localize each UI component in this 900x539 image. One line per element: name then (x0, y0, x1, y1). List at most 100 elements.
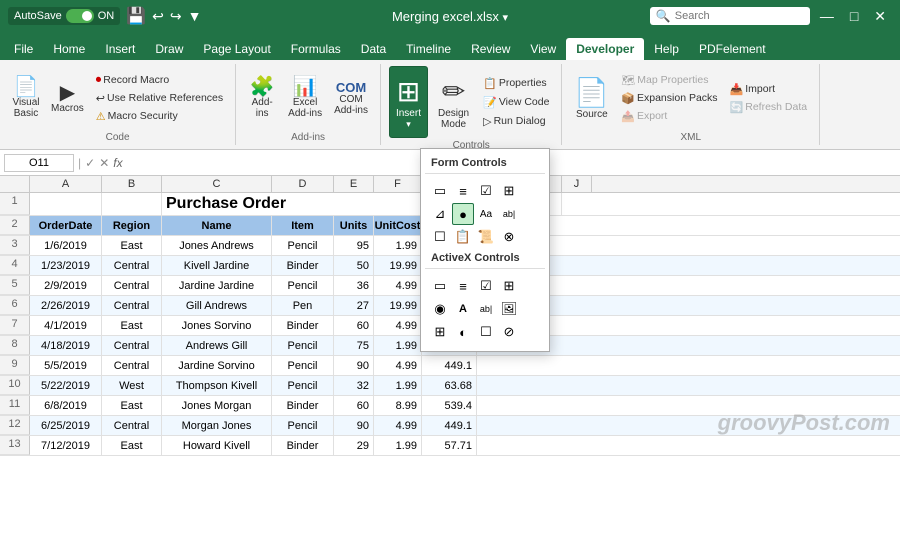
refresh-data-button[interactable]: 🔄 Refresh Data (726, 99, 812, 116)
cell-item-11[interactable]: Binder (272, 396, 334, 415)
col-a[interactable]: A (30, 176, 102, 192)
cell-total-13[interactable]: 57.71 (422, 436, 477, 455)
macros-button[interactable]: ▶ Macros (47, 80, 88, 117)
cell-name-10[interactable]: Thompson Kivell (162, 376, 272, 395)
activex-icon-5[interactable]: ◉ (429, 298, 451, 320)
cell-name-9[interactable]: Jardine Sorvino (162, 356, 272, 375)
cell-item-6[interactable]: Pen (272, 296, 334, 315)
form-icon-9[interactable]: ☐ (429, 226, 451, 248)
cell-unitcost-8[interactable]: 1.99 (374, 336, 422, 355)
cell-region-9[interactable]: Central (102, 356, 162, 375)
cell-units-10[interactable]: 32 (334, 376, 374, 395)
tab-home[interactable]: Home (43, 38, 95, 60)
cell-unitcost-11[interactable]: 8.99 (374, 396, 422, 415)
cell-total-12[interactable]: 449.1 (422, 416, 477, 435)
cell-date-13[interactable]: 7/12/2019 (30, 436, 102, 455)
tab-developer[interactable]: Developer (566, 38, 644, 60)
cell-units-12[interactable]: 90 (334, 416, 374, 435)
more-icon[interactable]: ▼ (188, 8, 202, 24)
cell-a1[interactable] (30, 193, 102, 215)
map-properties-button[interactable]: 🗺 Map Properties (617, 72, 721, 89)
tab-view[interactable]: View (520, 38, 566, 60)
cell-item-5[interactable]: Pencil (272, 276, 334, 295)
cell-b1[interactable] (102, 193, 162, 215)
cell-date-12[interactable]: 6/25/2019 (30, 416, 102, 435)
export-button[interactable]: 📤 Export (617, 108, 721, 125)
cell-unitcost-13[interactable]: 1.99 (374, 436, 422, 455)
cell-units-3[interactable]: 95 (334, 236, 374, 255)
cell-date-9[interactable]: 5/5/2019 (30, 356, 102, 375)
cell-date-3[interactable]: 1/6/2019 (30, 236, 102, 255)
form-icon-7[interactable]: Aa (475, 203, 497, 225)
cell-units-5[interactable]: 36 (334, 276, 374, 295)
header-orderdate[interactable]: OrderDate (30, 216, 102, 235)
com-add-ins-button[interactable]: COM COM Add-ins (330, 78, 372, 119)
col-f[interactable]: F (374, 176, 422, 192)
cell-unitcost-12[interactable]: 4.99 (374, 416, 422, 435)
expansion-packs-button[interactable]: 📦 Expansion Packs (617, 90, 721, 107)
form-icon-11[interactable]: 📜 (475, 226, 497, 248)
excel-add-ins-button[interactable]: 📊 Excel Add-ins (284, 74, 326, 122)
tab-draw[interactable]: Draw (145, 38, 193, 60)
autosave-toggle[interactable]: AutoSave ON (8, 7, 120, 25)
cell-region-3[interactable]: East (102, 236, 162, 255)
properties-button[interactable]: 📋 Properties (479, 75, 553, 92)
col-c[interactable]: C (162, 176, 272, 192)
activex-icon-4[interactable]: ⊞ (498, 275, 520, 297)
form-icon-8[interactable]: ab| (498, 203, 520, 225)
cell-name-5[interactable]: Jardine Jardine (162, 276, 272, 295)
cell-region-8[interactable]: Central (102, 336, 162, 355)
form-icon-3[interactable]: ☑ (475, 180, 497, 202)
cell-unitcost-5[interactable]: 4.99 (374, 276, 422, 295)
cell-ref-input[interactable] (4, 154, 74, 172)
minimize-button[interactable]: — (814, 8, 840, 24)
tab-insert[interactable]: Insert (95, 38, 145, 60)
form-icon-1[interactable]: ▭ (429, 180, 451, 202)
cell-name-12[interactable]: Morgan Jones (162, 416, 272, 435)
form-icon-6[interactable]: ● (452, 203, 474, 225)
use-relative-references-button[interactable]: ↩ Use Relative References (92, 90, 227, 107)
cell-units-6[interactable]: 27 (334, 296, 374, 315)
design-mode-button[interactable]: ✏ Design Mode (432, 66, 475, 138)
cell-region-13[interactable]: East (102, 436, 162, 455)
cell-units-4[interactable]: 50 (334, 256, 374, 275)
cell-total-9[interactable]: 449.1 (422, 356, 477, 375)
header-region[interactable]: Region (102, 216, 162, 235)
insert-button[interactable]: ⊞ Insert ▾ (389, 66, 428, 138)
cell-unitcost-6[interactable]: 19.99 (374, 296, 422, 315)
cell-item-4[interactable]: Binder (272, 256, 334, 275)
tab-file[interactable]: File (4, 38, 43, 60)
activex-icon-7[interactable]: ab| (475, 298, 497, 320)
header-units[interactable]: Units (334, 216, 374, 235)
cell-region-10[interactable]: West (102, 376, 162, 395)
cell-item-3[interactable]: Pencil (272, 236, 334, 255)
tab-review[interactable]: Review (461, 38, 520, 60)
cell-region-5[interactable]: Central (102, 276, 162, 295)
check-icon[interactable]: ✓ (85, 156, 95, 170)
cell-unitcost-3[interactable]: 1.99 (374, 236, 422, 255)
activex-icon-6[interactable]: A (452, 298, 474, 320)
header-name[interactable]: Name (162, 216, 272, 235)
cell-units-11[interactable]: 60 (334, 396, 374, 415)
cell-region-12[interactable]: Central (102, 416, 162, 435)
tab-formulas[interactable]: Formulas (281, 38, 351, 60)
tab-timeline[interactable]: Timeline (396, 38, 461, 60)
cell-date-11[interactable]: 6/8/2019 (30, 396, 102, 415)
save-icon[interactable]: 💾 (126, 6, 146, 26)
cell-date-5[interactable]: 2/9/2019 (30, 276, 102, 295)
cell-item-12[interactable]: Pencil (272, 416, 334, 435)
cell-total-10[interactable]: 63.68 (422, 376, 477, 395)
form-icon-5[interactable]: ⊿ (429, 203, 451, 225)
activex-icon-3[interactable]: ☑ (475, 275, 497, 297)
cell-name-7[interactable]: Jones Sorvino (162, 316, 272, 335)
cell-unitcost-4[interactable]: 19.99 (374, 256, 422, 275)
cell-name-4[interactable]: Kivell Jardine (162, 256, 272, 275)
record-macro-button[interactable]: ⏺ Record Macro (92, 72, 227, 89)
cell-name-11[interactable]: Jones Morgan (162, 396, 272, 415)
cell-item-7[interactable]: Binder (272, 316, 334, 335)
tab-pdfelement[interactable]: PDFelement (689, 38, 776, 60)
undo-icon[interactable]: ↩ (152, 8, 164, 25)
cell-region-11[interactable]: East (102, 396, 162, 415)
cell-total-11[interactable]: 539.4 (422, 396, 477, 415)
cell-item-9[interactable]: Pencil (272, 356, 334, 375)
